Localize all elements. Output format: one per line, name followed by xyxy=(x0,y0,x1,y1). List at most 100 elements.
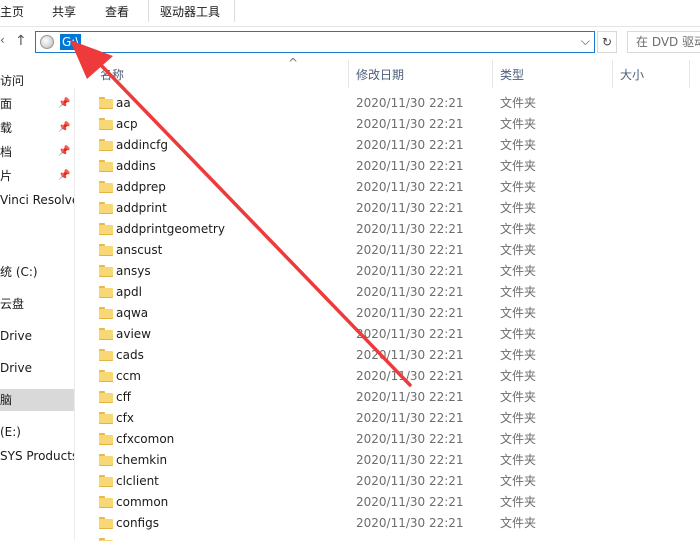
search-input[interactable]: 在 DVD 驱动 xyxy=(627,31,700,53)
folder-icon xyxy=(99,286,113,298)
file-type: 文件夹 xyxy=(500,285,537,299)
file-row[interactable]: cfxcomon 2020/11/30 22:21 文件夹 xyxy=(74,429,700,450)
ribbon-divider xyxy=(148,0,149,22)
sidebar-item-label: 面 xyxy=(0,97,13,111)
file-row[interactable]: configs 2020/11/30 22:21 文件夹 xyxy=(74,513,700,534)
file-list: aa 2020/11/30 22:21 文件夹 acp 2020/11/30 22:21… xyxy=(74,93,700,541)
column-divider[interactable] xyxy=(348,60,349,88)
file-modified-date: 2020/11/30 22:21 xyxy=(356,453,464,467)
column-divider[interactable] xyxy=(689,60,690,88)
tab-share[interactable]: 共享 xyxy=(52,3,76,20)
sidebar-item[interactable]: 脑 xyxy=(0,389,74,411)
sidebar-item-label: 脑 xyxy=(0,393,13,407)
file-row[interactable]: acp 2020/11/30 22:21 文件夹 xyxy=(74,114,700,135)
file-row[interactable]: ansys 2020/11/30 22:21 文件夹 xyxy=(74,261,700,282)
file-name: ansys xyxy=(116,264,151,278)
folder-icon xyxy=(99,349,113,361)
file-row[interactable]: addprint 2020/11/30 22:21 文件夹 xyxy=(74,198,700,219)
file-name: anscust xyxy=(116,243,163,257)
sidebar-item[interactable]: 档 📌 xyxy=(0,141,74,163)
up-arrow-icon[interactable]: ↑ xyxy=(15,33,27,49)
tab-drive-tools[interactable]: 驱动器工具 xyxy=(160,3,220,20)
tab-home[interactable]: 主页 xyxy=(0,3,24,20)
file-name: cfxcomon xyxy=(116,432,175,446)
column-modified[interactable]: 修改日期 xyxy=(356,66,404,83)
file-row[interactable]: cads 2020/11/30 22:21 文件夹 xyxy=(74,345,700,366)
file-row[interactable]: ccm 2020/11/30 22:21 文件夹 xyxy=(74,366,700,387)
file-type: 文件夹 xyxy=(500,327,537,341)
file-name: cfx xyxy=(116,411,134,425)
file-row[interactable]: common 2020/11/30 22:21 文件夹 xyxy=(74,492,700,513)
pin-icon[interactable]: 📌 xyxy=(58,93,70,115)
file-row[interactable]: aview 2020/11/30 22:21 文件夹 xyxy=(74,324,700,345)
file-row[interactable]: anscust 2020/11/30 22:21 文件夹 xyxy=(74,240,700,261)
file-row[interactable]: chemkin 2020/11/30 22:21 文件夹 xyxy=(74,450,700,471)
back-arrow-icon[interactable]: ‹ xyxy=(0,33,5,47)
file-name: cff xyxy=(116,390,131,404)
sidebar-item[interactable]: 片 📌 xyxy=(0,165,74,187)
sidebar-item[interactable]: 载 📌 xyxy=(0,117,74,139)
column-type[interactable]: 类型 xyxy=(500,66,524,83)
sidebar-item[interactable]: Drive xyxy=(0,325,74,347)
pin-icon[interactable]: 📌 xyxy=(58,165,70,187)
folder-icon xyxy=(99,328,113,340)
file-type: 文件夹 xyxy=(500,306,537,320)
file-modified-date: 2020/11/30 22:21 xyxy=(356,180,464,194)
column-divider[interactable] xyxy=(612,60,613,88)
pin-icon[interactable]: 📌 xyxy=(58,141,70,163)
sidebar-item[interactable]: 云盘 xyxy=(0,293,74,315)
chevron-down-icon[interactable]: ⌵ xyxy=(581,34,590,49)
folder-icon xyxy=(99,265,113,277)
file-row[interactable]: clclient 2020/11/30 22:21 文件夹 xyxy=(74,471,700,492)
folder-icon xyxy=(99,307,113,319)
file-row[interactable]: addprep 2020/11/30 22:21 文件夹 xyxy=(74,177,700,198)
sidebar-item[interactable]: 统 (C:) xyxy=(0,261,74,283)
address-path[interactable]: G:\ xyxy=(60,34,82,50)
sidebar-item[interactable]: (E:) xyxy=(0,421,74,443)
ribbon-tabs: 主页 共享 查看 驱动器工具 xyxy=(0,0,700,27)
column-size[interactable]: 大小 xyxy=(620,66,644,83)
folder-icon xyxy=(99,517,113,529)
file-modified-date: 2020/11/30 22:21 xyxy=(356,243,464,257)
file-modified-date: 2020/11/30 22:21 xyxy=(356,159,464,173)
sidebar-item[interactable]: 面 📌 xyxy=(0,93,74,115)
folder-icon xyxy=(99,118,113,130)
file-row[interactable]: addincfg 2020/11/30 22:21 文件夹 xyxy=(74,135,700,156)
file-row[interactable]: addprintgeometry 2020/11/30 22:21 文件夹 xyxy=(74,219,700,240)
sidebar-item[interactable]: Vinci Resolve xyxy=(0,189,74,211)
tab-view[interactable]: 查看 xyxy=(105,3,129,20)
address-row: ‹ ↑ G:\ ⌵ ↻ 在 DVD 驱动 xyxy=(0,27,700,60)
folder-icon xyxy=(99,496,113,508)
sidebar-item[interactable]: 访问 xyxy=(0,70,74,92)
refresh-button[interactable]: ↻ xyxy=(597,31,617,53)
sidebar-item[interactable]: Drive xyxy=(0,357,74,379)
sidebar-item[interactable]: SYS Products xyxy=(0,445,74,467)
file-modified-date: 2020/11/30 22:21 xyxy=(356,369,464,383)
file-type: 文件夹 xyxy=(500,348,537,362)
file-type: 文件夹 xyxy=(500,96,537,110)
folder-icon xyxy=(99,391,113,403)
address-bar[interactable]: G:\ ⌵ xyxy=(35,31,595,53)
file-type: 文件夹 xyxy=(500,117,537,131)
file-name: aqwa xyxy=(116,306,149,320)
column-divider[interactable] xyxy=(492,60,493,88)
file-type: 文件夹 xyxy=(500,222,537,236)
file-modified-date: 2020/11/30 22:21 xyxy=(356,138,464,152)
folder-icon xyxy=(99,370,113,382)
pin-icon[interactable]: 📌 xyxy=(58,117,70,139)
file-modified-date: 2020/11/30 22:21 xyxy=(356,432,464,446)
file-type: 文件夹 xyxy=(500,432,537,446)
file-row[interactable]: cff 2020/11/30 22:21 文件夹 xyxy=(74,387,700,408)
column-name[interactable]: 名称 xyxy=(100,66,124,83)
file-name: addins xyxy=(116,159,156,173)
file-row[interactable]: aa 2020/11/30 22:21 文件夹 xyxy=(74,93,700,114)
sidebar-item-label: 统 (C:) xyxy=(0,265,38,279)
file-row[interactable]: addins 2020/11/30 22:21 文件夹 xyxy=(74,156,700,177)
file-row[interactable] xyxy=(74,534,700,541)
file-row[interactable]: aqwa 2020/11/30 22:21 文件夹 xyxy=(74,303,700,324)
sidebar-item-label: 载 xyxy=(0,121,13,135)
file-row[interactable]: cfx 2020/11/30 22:21 文件夹 xyxy=(74,408,700,429)
file-modified-date: 2020/11/30 22:21 xyxy=(356,516,464,530)
file-row[interactable]: apdl 2020/11/30 22:21 文件夹 xyxy=(74,282,700,303)
file-type: 文件夹 xyxy=(500,495,537,509)
